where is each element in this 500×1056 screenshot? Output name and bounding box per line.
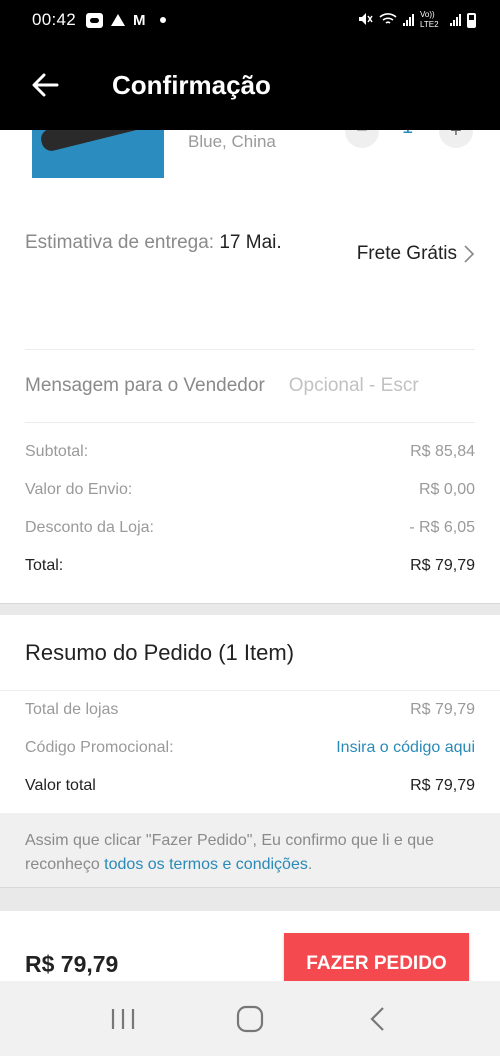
stores-total-value: R$ 79,79 bbox=[410, 701, 475, 718]
product-image[interactable] bbox=[32, 130, 164, 178]
delivery-date: 17 Mai. bbox=[219, 232, 282, 253]
stores-total-row: Total de lojas R$ 79,79 bbox=[25, 691, 475, 729]
product-item: Blue, China − 1 + bbox=[0, 130, 500, 182]
store-discount-label: Desconto da Loja: bbox=[25, 519, 154, 536]
system-nav-bar bbox=[0, 981, 500, 1056]
total-label: Total: bbox=[25, 557, 64, 574]
order-summary-rows: Total de lojas R$ 79,79 Código Promocion… bbox=[0, 691, 500, 813]
checkout-total: R$ 79,79 bbox=[25, 950, 119, 977]
subtotal-row: Subtotal: R$ 85,84 bbox=[25, 433, 475, 471]
store-discount-row: Desconto da Loja: - R$ 6,05 bbox=[25, 509, 475, 547]
notification-icons: M bbox=[86, 12, 166, 29]
recent-apps-button[interactable] bbox=[93, 989, 153, 1049]
more-notifications-icon bbox=[159, 17, 166, 23]
shipping-cost-value: R$ 0,00 bbox=[418, 481, 475, 498]
promo-code-label: Código Promocional: bbox=[25, 739, 174, 756]
delivery-label: Estimativa de entrega: bbox=[25, 232, 215, 253]
promo-code-row: Código Promocional: Insira o código aqui bbox=[25, 729, 475, 767]
subtotal-label: Subtotal: bbox=[25, 443, 89, 460]
grand-total-value: R$ 79,79 bbox=[410, 777, 475, 794]
battery-icon bbox=[467, 12, 476, 28]
order-summary-card: Resumo do Pedido (1 Item) Total de lojas… bbox=[0, 615, 500, 813]
drive-icon bbox=[111, 14, 126, 26]
store-card: Blue, China − 1 + Estimativa de entrega:… bbox=[0, 130, 500, 603]
signal-2-icon bbox=[450, 14, 461, 26]
home-icon bbox=[236, 1005, 264, 1032]
promo-code-link[interactable]: Insira o código aqui bbox=[336, 739, 475, 757]
product-variant: Blue, China bbox=[188, 132, 276, 151]
order-content: Blue, China − 1 + Estimativa de entrega:… bbox=[0, 130, 500, 1017]
shipping-option[interactable]: Frete Grátis bbox=[357, 243, 475, 265]
signal-icon bbox=[403, 14, 414, 26]
seller-message-input[interactable] bbox=[288, 375, 439, 397]
grand-total-label: Valor total bbox=[25, 777, 96, 794]
recent-apps-icon bbox=[112, 1008, 135, 1029]
chevron-right-icon bbox=[464, 245, 475, 263]
order-summary-title: Resumo do Pedido (1 Item) bbox=[0, 615, 500, 691]
status-time: 00:42 bbox=[32, 10, 77, 29]
quantity-increase-button[interactable]: + bbox=[439, 130, 473, 148]
terms-suffix: . bbox=[307, 856, 313, 873]
subtotal-value: R$ 85,84 bbox=[410, 443, 475, 460]
delivery-estimate: Estimativa de entrega: 17 Mai. bbox=[25, 231, 295, 255]
store-discount-value: - R$ 6,05 bbox=[409, 519, 475, 536]
app-bar: Confirmação bbox=[0, 40, 500, 130]
system-back-button[interactable] bbox=[347, 989, 407, 1049]
store-totals: Subtotal: R$ 85,84 Valor do Envio: R$ 0,… bbox=[0, 423, 500, 603]
terms-notice: Assim que clicar "Fazer Pedido", Eu conf… bbox=[0, 813, 500, 887]
app-notification-icon bbox=[86, 12, 104, 28]
home-button[interactable] bbox=[220, 989, 280, 1049]
wifi-icon bbox=[379, 12, 397, 29]
shipping-cost-row: Valor do Envio: R$ 0,00 bbox=[25, 471, 475, 509]
carrier-label: Vo)) LTE2 bbox=[420, 10, 439, 29]
page-title: Confirmação bbox=[112, 69, 271, 100]
grand-total-row: Valor total R$ 79,79 bbox=[25, 767, 475, 805]
total-row: Total: R$ 79,79 bbox=[25, 547, 475, 585]
seller-message-row: Mensagem para o Vendedor bbox=[0, 350, 500, 422]
mute-icon bbox=[357, 12, 373, 29]
status-bar: 00:42 M Vo)) LTE2 bbox=[0, 0, 500, 40]
total-value: R$ 79,79 bbox=[410, 557, 475, 574]
quantity-value: 1 bbox=[402, 130, 413, 139]
terms-link[interactable]: todos os termos e condições bbox=[104, 856, 308, 873]
stores-total-label: Total de lojas bbox=[25, 701, 119, 718]
shipping-cost-label: Valor do Envio: bbox=[25, 481, 133, 498]
section-separator bbox=[0, 603, 500, 615]
back-chevron-icon bbox=[370, 1006, 384, 1031]
delivery-row[interactable]: Estimativa de entrega: 17 Mai. Frete Grá… bbox=[0, 182, 500, 349]
back-arrow-icon bbox=[32, 73, 59, 97]
quantity-decrease-button[interactable]: − bbox=[345, 130, 379, 148]
back-button[interactable] bbox=[0, 40, 90, 130]
section-separator bbox=[0, 887, 500, 911]
system-icons: Vo)) LTE2 bbox=[357, 10, 476, 30]
shipping-label: Frete Grátis bbox=[356, 243, 457, 264]
gmail-icon: M bbox=[133, 11, 146, 29]
seller-message-label: Mensagem para o Vendedor bbox=[25, 375, 265, 396]
